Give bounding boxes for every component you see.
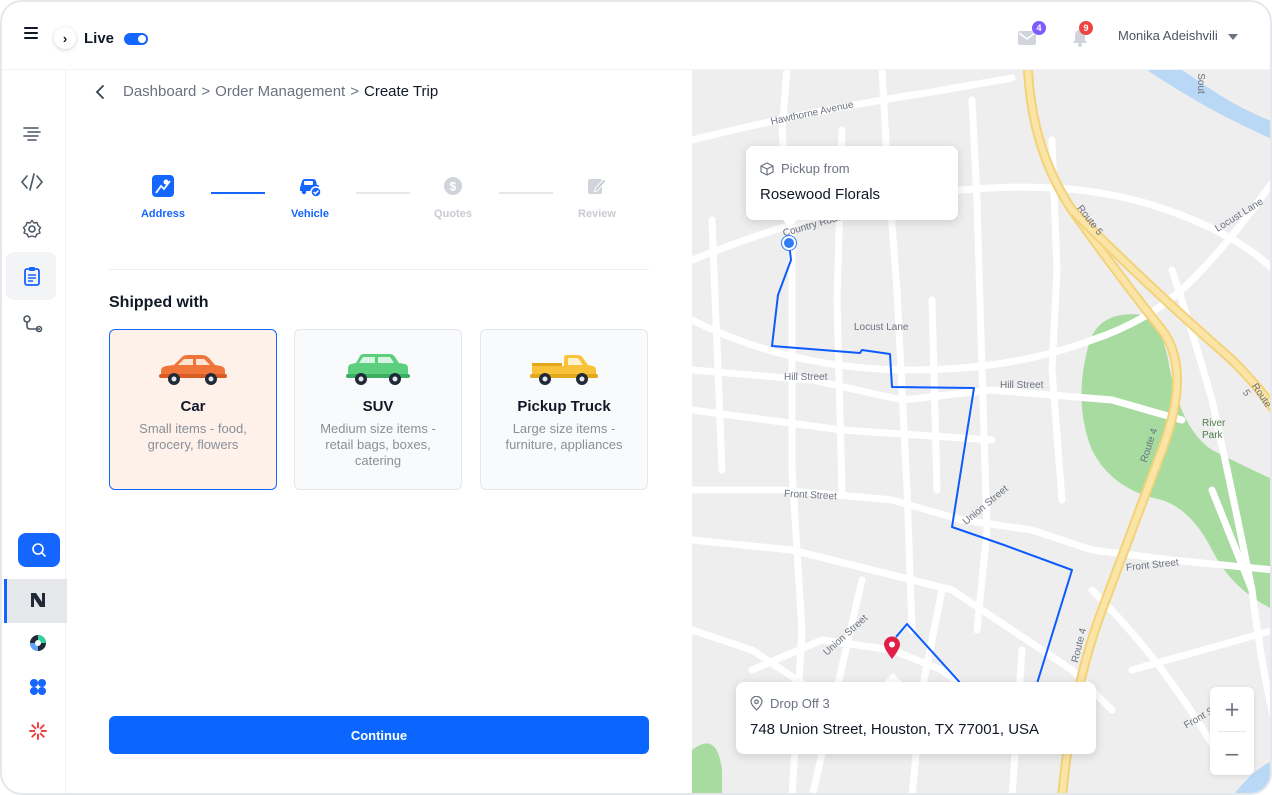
pickup-truck-icon <box>530 355 598 385</box>
box-icon <box>760 161 774 176</box>
search-icon <box>32 543 46 557</box>
shipped-with-heading: Shipped with <box>109 294 209 311</box>
zoom-in-button[interactable]: + <box>1210 687 1254 731</box>
live-toggle[interactable] <box>124 33 148 45</box>
notification-badge: 9 <box>1079 21 1093 35</box>
svg-text:$: $ <box>450 180 457 194</box>
sidebar <box>2 70 74 793</box>
pickup-marker[interactable] <box>782 236 796 250</box>
back-arrow-icon[interactable] <box>93 84 109 100</box>
breadcrumb-dashboard[interactable]: Dashboard <box>123 83 196 100</box>
pickup-title: Pickup from <box>781 161 850 176</box>
continue-button[interactable]: Continue <box>109 716 649 754</box>
suv-icon <box>346 354 410 385</box>
park-label: River Park <box>1202 418 1226 441</box>
dropoff-value: 748 Union Street, Houston, TX 77001, USA <box>750 721 1040 738</box>
list-icon[interactable] <box>18 120 46 148</box>
popup-pointer <box>884 673 902 682</box>
breadcrumb-order-management[interactable]: Order Management <box>215 83 345 100</box>
search-button[interactable] <box>18 533 60 567</box>
zoom-controls: + − <box>1210 687 1254 775</box>
step-quotes[interactable]: $ Quotes <box>413 174 493 220</box>
vehicle-card-pickup-truck[interactable]: Pickup Truck Large size items - furnitur… <box>480 329 648 490</box>
vehicle-card-car[interactable]: Car Small items - food, grocery, flowers <box>109 329 277 490</box>
vehicle-name: Pickup Truck <box>517 398 611 415</box>
user-menu[interactable]: Monika Adeishvili <box>1118 28 1238 43</box>
dropoff-title: Drop Off 3 <box>770 696 830 711</box>
map-view[interactable]: Hawthorne Avenue Country Road Locust Lan… <box>692 70 1270 793</box>
app-window: › Live 4 9 Monika Adeishvili Dashboard >… <box>0 0 1272 795</box>
vehicle-description: Small items - food, grocery, flowers <box>139 421 247 452</box>
edit-icon <box>588 178 607 194</box>
clipboard-icon[interactable] <box>18 262 46 290</box>
step-label: Address <box>140 208 186 220</box>
mail-badge: 4 <box>1032 21 1046 35</box>
step-label: Review <box>578 208 616 220</box>
breadcrumb: Dashboard > Order Management > Create Tr… <box>123 83 438 100</box>
vehicle-description: Medium size items - retail bags, boxes, … <box>320 421 436 468</box>
street-label: Hill Street <box>784 372 828 383</box>
street-label: Locust Lane <box>854 322 909 333</box>
chevron-right-icon[interactable]: › <box>54 27 76 49</box>
user-name: Monika Adeishvili <box>1118 28 1218 43</box>
step-connector <box>211 192 265 194</box>
vehicle-name: SUV <box>362 398 394 415</box>
map-icon <box>152 175 174 197</box>
blocks-logo-icon[interactable] <box>28 677 48 697</box>
dollar-icon: $ <box>444 177 462 195</box>
car-check-icon <box>300 179 322 198</box>
step-review[interactable]: Review <box>557 174 637 220</box>
dropoff-popup: Drop Off 3 748 Union Street, Houston, TX… <box>736 682 1096 754</box>
popup-pointer <box>782 219 798 228</box>
n-logo-icon[interactable] <box>28 590 48 610</box>
caret-down-icon <box>1227 33 1238 40</box>
street-label: Hill Street <box>1000 380 1044 391</box>
map-pin-icon[interactable] <box>883 636 901 660</box>
stepper: Address Vehicle $ Quotes Review <box>109 174 649 224</box>
breadcrumb-separator: > <box>350 83 359 100</box>
vehicle-description: Large size items - furniture, appliances <box>505 421 623 452</box>
step-address[interactable]: Address <box>123 174 203 220</box>
create-trip-panel: Dashboard > Order Management > Create Tr… <box>67 70 691 793</box>
divider <box>109 269 649 270</box>
zoom-out-button[interactable]: − <box>1210 732 1254 776</box>
route-icon[interactable] <box>18 310 46 338</box>
vehicle-card-suv[interactable]: SUV Medium size items - retail bags, box… <box>294 329 462 490</box>
step-vehicle[interactable]: Vehicle <box>270 174 350 220</box>
burst-logo-icon[interactable] <box>28 721 48 741</box>
top-bar: › Live 4 9 Monika Adeishvili <box>2 2 1270 70</box>
live-label: Live <box>84 30 115 47</box>
gear-icon[interactable] <box>18 215 46 243</box>
vehicle-name: Car <box>180 398 206 415</box>
pickup-value: Rosewood Florals <box>760 186 881 203</box>
code-icon[interactable] <box>18 168 46 196</box>
breadcrumb-current: Create Trip <box>364 83 439 100</box>
route-line <box>771 242 1073 719</box>
car-icon <box>159 355 227 385</box>
step-label: Vehicle <box>291 208 329 220</box>
menu-icon[interactable] <box>24 24 46 44</box>
step-connector <box>499 192 553 194</box>
step-connector <box>356 192 410 194</box>
breadcrumb-separator: > <box>201 83 211 100</box>
step-label: Quotes <box>434 208 472 220</box>
location-pin-icon <box>750 696 763 711</box>
street-label: Sout <box>1194 73 1206 94</box>
pickup-popup: Pickup from Rosewood Florals <box>746 146 958 220</box>
aperture-logo-icon[interactable] <box>28 633 48 653</box>
